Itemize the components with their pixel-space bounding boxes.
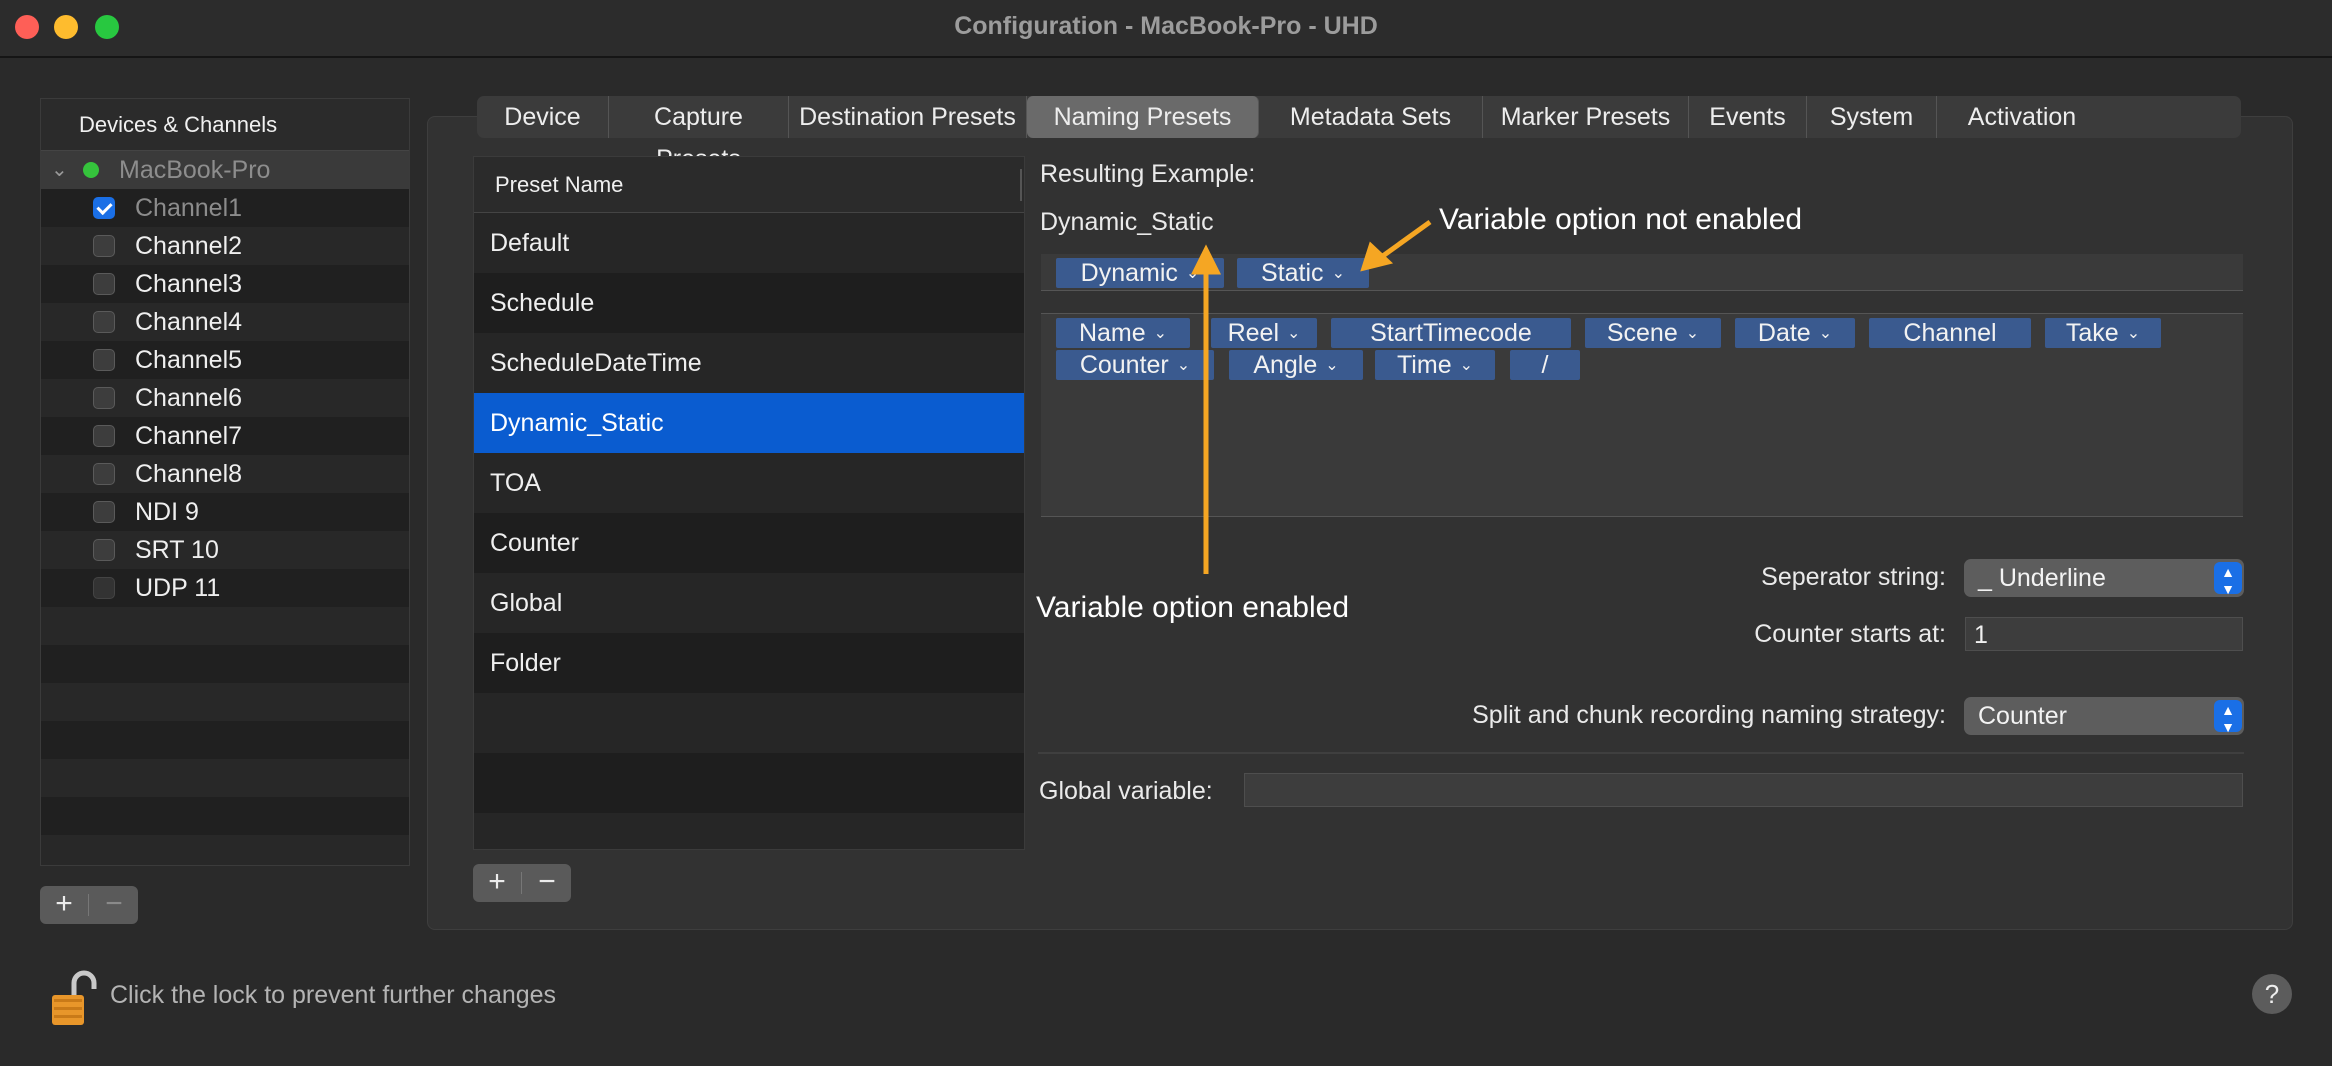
global-variable-input[interactable] (1244, 773, 2243, 807)
help-button[interactable]: ? (2252, 974, 2292, 1014)
split-chunk-strategy-value: Counter (1978, 702, 2067, 730)
arrow-enabled-head (1190, 244, 1222, 275)
separator-string-popup[interactable]: _ Underline ▲ ▼ (1964, 559, 2244, 597)
split-chunk-strategy-popup[interactable]: Counter ▲ ▼ (1964, 697, 2244, 735)
popup-stepper-icon: ▲ ▼ (2214, 562, 2242, 596)
arrow-not-enabled-line (1378, 219, 1432, 261)
lock-message: Click the lock to prevent further change… (110, 981, 557, 1009)
global-variable-label: Global variable: (1039, 777, 1213, 805)
split-chunk-strategy-label: Split and chunk recording naming strateg… (1472, 701, 1946, 729)
separator-string-value: _ Underline (1978, 564, 2106, 592)
section-divider (1038, 752, 2244, 754)
counter-starts-label: Counter starts at: (1754, 620, 1946, 648)
popup-stepper-icon: ▲ ▼ (2214, 700, 2242, 734)
unlocked-lock-icon[interactable] (48, 965, 100, 1029)
annotation-arrows (1190, 219, 1432, 574)
annotation-not-enabled: Variable option not enabled (1439, 203, 1803, 236)
counter-starts-input[interactable]: 1 (1965, 617, 2243, 651)
configuration-window: Configuration - MacBook-Pro - UHD Device… (0, 0, 2332, 1066)
annotation-enabled: Variable option enabled (1036, 591, 1350, 624)
arrow-not-enabled-head (1360, 241, 1394, 272)
separator-string-label: Seperator string: (1761, 563, 1946, 591)
